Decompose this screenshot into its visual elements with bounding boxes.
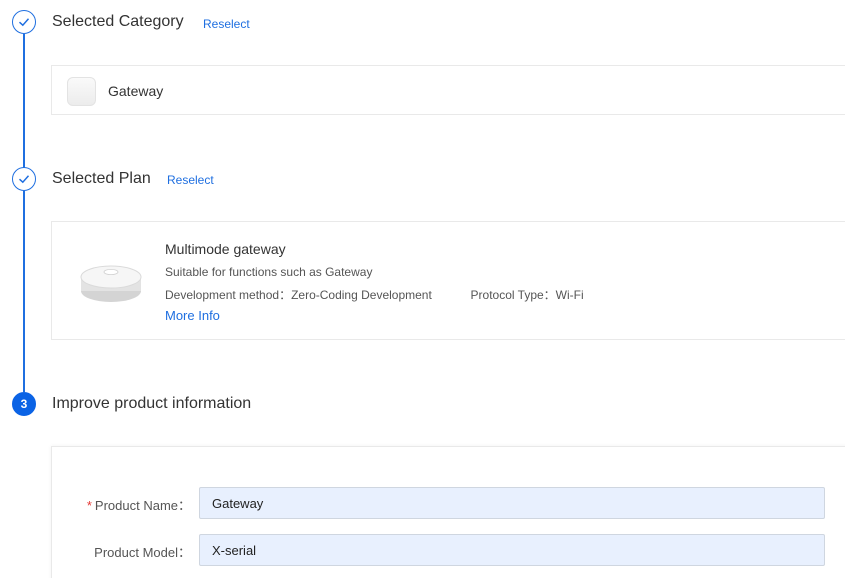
step-1-check-icon: [12, 10, 36, 34]
product-model-input[interactable]: [199, 534, 825, 566]
step-connector-1: [23, 34, 25, 168]
step-2-check-icon: [12, 167, 36, 191]
selected-plan-title: Selected Plan: [52, 170, 151, 187]
reselect-plan-link[interactable]: Reselect: [167, 173, 214, 187]
gateway-square-icon: [67, 77, 96, 106]
product-name-input[interactable]: [199, 487, 825, 519]
more-info-link[interactable]: More Info: [165, 308, 220, 323]
product-name-label: * Product Name：: [86, 498, 191, 513]
dev-method-label: Development method：: [165, 288, 292, 302]
selected-plan-card: Multimode gateway Suitable for functions…: [51, 221, 845, 340]
product-model-label: Product Model：: [94, 545, 191, 560]
dev-method-value: Zero-Coding Development: [291, 288, 432, 302]
step-3-number: 3: [12, 392, 36, 416]
protocol-label: Protocol Type：: [470, 288, 556, 302]
gateway-device-image: [80, 265, 142, 302]
selected-category-card: Gateway: [51, 65, 845, 115]
selected-category-title: Selected Category: [52, 13, 184, 30]
plan-name: Multimode gateway: [165, 241, 286, 257]
protocol-value: Wi-Fi: [555, 288, 584, 302]
reselect-category-link[interactable]: Reselect: [203, 17, 250, 31]
plan-description: Suitable for functions such as Gateway: [165, 265, 373, 279]
improve-product-title: Improve product information: [52, 395, 252, 412]
plan-details: Development method：Zero-Coding Developme…: [165, 286, 584, 303]
required-mark: *: [86, 498, 92, 513]
step-connector-2: [23, 191, 25, 392]
category-label: Gateway: [108, 83, 164, 99]
